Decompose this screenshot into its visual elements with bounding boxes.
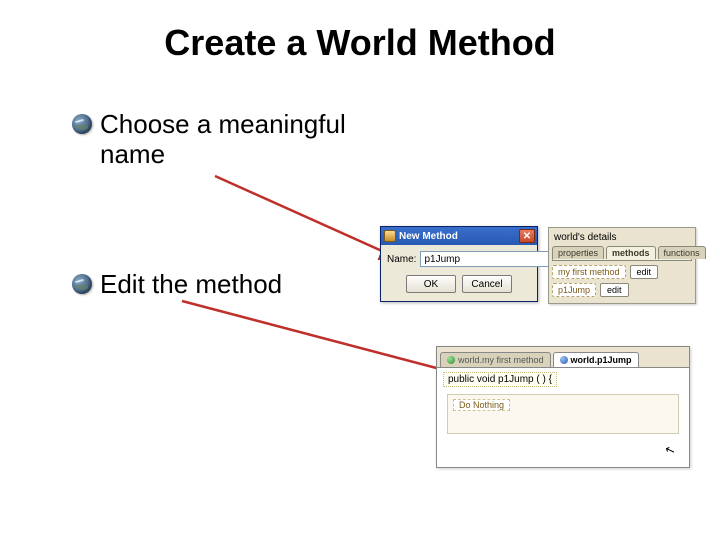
editor-tabstrip: world.my first method world.p1Jump: [437, 347, 689, 368]
bullet-2: Edit the method: [72, 270, 282, 300]
bullet-2-text: Edit the method: [100, 270, 282, 300]
cursor-icon: ↖: [663, 442, 677, 459]
edit-button[interactable]: edit: [630, 265, 659, 279]
editor-tab-active[interactable]: world.p1Jump: [553, 352, 639, 367]
name-label: Name:: [387, 254, 416, 265]
do-nothing-chip: Do Nothing: [453, 399, 510, 411]
cancel-button[interactable]: Cancel: [462, 275, 512, 293]
worlds-details-panel: world's details properties methods funct…: [548, 227, 696, 304]
close-icon[interactable]: ✕: [519, 229, 535, 243]
globe-icon: [72, 274, 92, 294]
app-icon: [384, 230, 396, 242]
details-tabs: properties methods functions: [552, 246, 692, 259]
method-row-1: my first method edit: [552, 265, 692, 279]
method-name-input[interactable]: [420, 251, 560, 267]
dialog-titlebar[interactable]: New Method ✕: [381, 227, 537, 245]
tab-properties[interactable]: properties: [552, 246, 604, 259]
editor-tab-inactive[interactable]: world.my first method: [440, 352, 551, 367]
edit-button[interactable]: edit: [600, 283, 629, 297]
method-editor: world.my first method world.p1Jump publi…: [436, 346, 690, 468]
tab-functions[interactable]: functions: [658, 246, 706, 259]
slide-title: Create a World Method: [0, 22, 720, 64]
method-chip[interactable]: p1Jump: [552, 283, 596, 297]
tab-methods[interactable]: methods: [606, 246, 656, 259]
ok-button[interactable]: OK: [406, 275, 456, 293]
method-signature: public void p1Jump ( ) {: [443, 372, 557, 387]
dot-icon: [447, 356, 455, 364]
editor-body[interactable]: public void p1Jump ( ) { Do Nothing ↖: [437, 368, 689, 467]
dialog-title: New Method: [399, 231, 516, 242]
method-row-2: p1Jump edit: [552, 283, 692, 297]
details-heading: world's details: [552, 231, 692, 246]
method-chip[interactable]: my first method: [552, 265, 626, 279]
bullet-1: Choose a meaningful name: [72, 110, 360, 170]
editor-tab-label: world.p1Jump: [571, 355, 632, 365]
editor-tab-label: world.my first method: [458, 355, 544, 365]
method-body-box[interactable]: Do Nothing: [447, 394, 679, 434]
dot-icon: [560, 356, 568, 364]
globe-icon: [72, 114, 92, 134]
new-method-dialog: New Method ✕ Name: OK Cancel: [380, 226, 538, 302]
bullet-1-text: Choose a meaningful name: [100, 110, 360, 170]
